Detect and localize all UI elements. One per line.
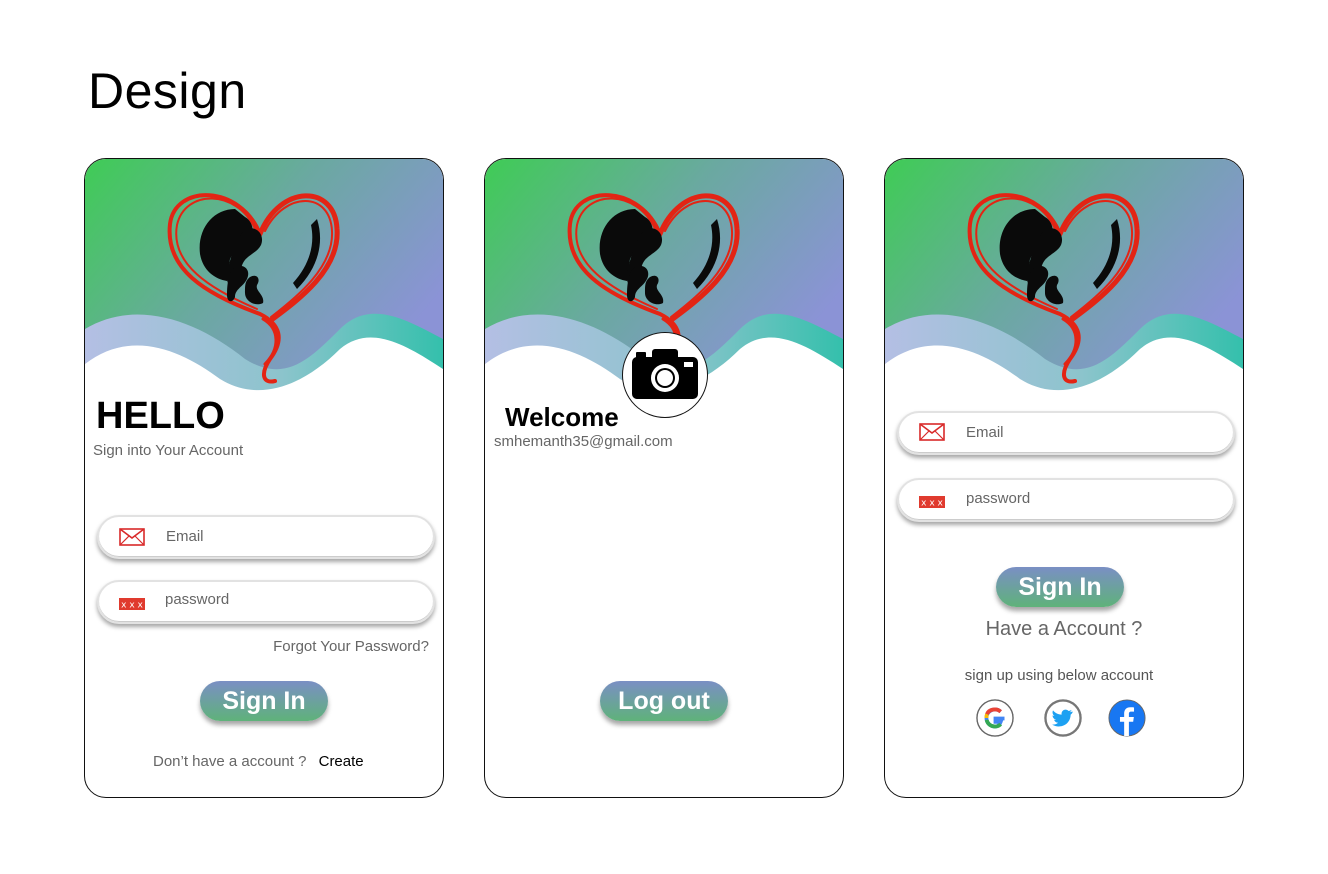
twitter-icon[interactable] <box>1044 699 1082 737</box>
password-icon: x x x <box>119 598 145 611</box>
welcome-heading: Welcome <box>505 402 619 432</box>
svg-text:x x x: x x x <box>921 499 943 509</box>
no-account-text: Don’t have a account ? <box>153 753 307 770</box>
svg-text:x x x: x x x <box>121 601 143 611</box>
password-icon: x x x <box>919 496 945 509</box>
forgot-password-link[interactable]: Forgot Your Password? <box>273 638 429 655</box>
create-link[interactable]: Create <box>319 753 364 770</box>
password-field[interactable]: x x x password <box>97 580 435 624</box>
signin-subtitle: Sign into Your Account <box>93 442 244 459</box>
create-account-row: Don’t have a account ? Create <box>153 753 364 770</box>
password-placeholder: password <box>966 490 1031 507</box>
facebook-icon[interactable] <box>1108 699 1146 737</box>
page-title: Design <box>88 63 247 119</box>
have-account-text[interactable]: Have a Account ? <box>885 618 1243 641</box>
signin-button[interactable]: Sign In <box>996 567 1124 607</box>
email-field[interactable]: Email <box>897 411 1235 455</box>
mail-icon <box>119 528 145 546</box>
avatar[interactable] <box>622 332 708 418</box>
signin-button[interactable]: Sign In <box>200 681 328 721</box>
google-icon[interactable] <box>976 699 1014 737</box>
hero-header <box>85 159 443 399</box>
user-email: smhemanth35@gmail.com <box>494 433 673 450</box>
logout-button[interactable]: Log out <box>600 681 728 721</box>
social-signup-text: sign up using below account <box>964 667 1154 684</box>
hero-header <box>885 159 1243 399</box>
camera-icon <box>632 349 698 399</box>
mail-icon <box>919 423 945 441</box>
hello-heading: HELLO <box>96 395 225 437</box>
social-signin-screen: Email x x x password Sign In Have a Acco… <box>884 158 1244 798</box>
email-field[interactable]: Email <box>97 515 435 559</box>
email-placeholder: Email <box>166 528 204 545</box>
welcome-screen: Welcome smhemanth35@gmail.com Log out <box>484 158 844 798</box>
email-placeholder: Email <box>966 424 1004 441</box>
password-field[interactable]: x x x password <box>897 478 1235 522</box>
password-placeholder: password <box>165 591 230 608</box>
signin-screen: HELLO Sign into Your Account Email x x x… <box>84 158 444 798</box>
